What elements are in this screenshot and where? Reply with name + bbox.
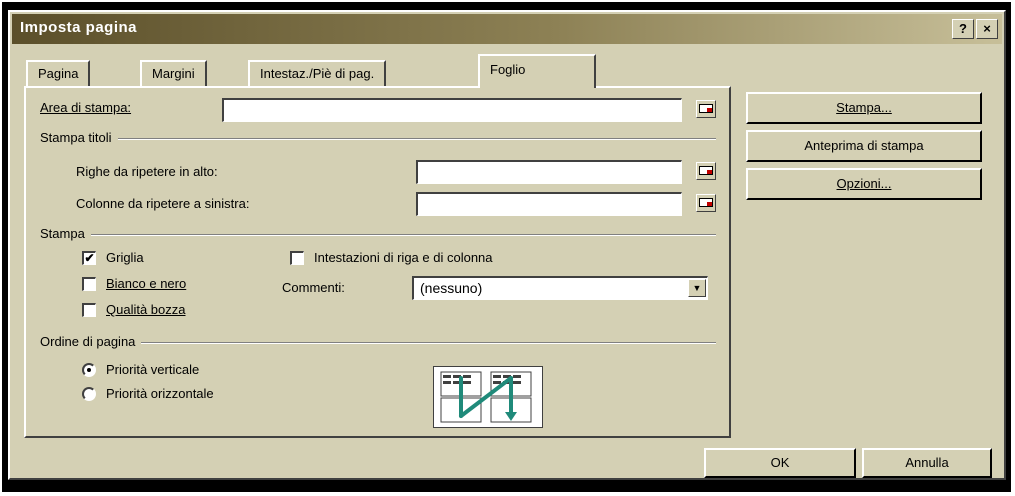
ok-button[interactable]: OK: [704, 448, 856, 478]
print-button[interactable]: Stampa...: [746, 92, 982, 124]
help-button[interactable]: ?: [952, 19, 974, 39]
comments-select[interactable]: (nessuno) ▼: [412, 276, 708, 300]
print-area-collapse-button[interactable]: [696, 100, 716, 118]
down-then-over-label: Priorità verticale: [106, 362, 200, 377]
page-setup-dialog: Imposta pagina ? × Pagina Margini Intest…: [8, 10, 1006, 480]
ok-button-label: OK: [770, 455, 790, 470]
comments-value: (nessuno): [420, 280, 483, 296]
bw-checkbox[interactable]: [82, 277, 96, 291]
print-area-label: Area di stampa:: [40, 100, 132, 115]
comments-label: Commenti:: [282, 280, 345, 295]
tab-foglio[interactable]: Foglio: [478, 54, 596, 88]
rows-repeat-input[interactable]: [416, 160, 682, 184]
print-group-divider: [40, 234, 716, 236]
print-area-input[interactable]: [222, 98, 682, 122]
close-button[interactable]: ×: [976, 19, 998, 39]
collapse-dialog-icon: [699, 166, 713, 175]
collapse-dialog-icon: [699, 198, 713, 207]
headings-checkbox[interactable]: [290, 251, 304, 265]
print-group-label: Stampa: [40, 226, 91, 241]
collapse-dialog-icon: [699, 104, 713, 113]
print-preview-button[interactable]: Anteprima di stampa: [746, 130, 982, 162]
cols-repeat-label: Colonne da ripetere a sinistra:: [76, 196, 250, 211]
down-then-over-radio[interactable]: [82, 363, 96, 377]
tab-intestazioni[interactable]: Intestaz./Piè di pag.: [248, 60, 387, 86]
print-titles-group-label: Stampa titoli: [40, 130, 118, 145]
sheet-tab-panel: Area di stampa: Stampa titoli Righe da r…: [24, 86, 731, 438]
tab-margini[interactable]: Margini: [140, 60, 207, 86]
print-preview-button-label: Anteprima di stampa: [804, 138, 924, 153]
rows-repeat-collapse-button[interactable]: [696, 162, 716, 180]
draft-quality-label: Qualità bozza: [106, 302, 186, 317]
cols-repeat-collapse-button[interactable]: [696, 194, 716, 212]
gridlines-label: Griglia: [106, 250, 144, 265]
dialog-title: Imposta pagina: [20, 19, 138, 36]
over-then-down-radio[interactable]: [82, 387, 96, 401]
gridlines-checkbox[interactable]: ✔: [82, 251, 96, 265]
cancel-button-label: Annulla: [905, 455, 949, 470]
rows-repeat-label: Righe da ripetere in alto:: [76, 164, 218, 179]
chevron-down-icon[interactable]: ▼: [688, 279, 706, 297]
print-titles-divider: [40, 138, 716, 140]
page-order-group-label: Ordine di pagina: [40, 334, 142, 349]
cols-repeat-input[interactable]: [416, 192, 682, 216]
cancel-button[interactable]: Annulla: [862, 448, 992, 478]
print-button-label: Stampa...: [836, 100, 892, 115]
draft-quality-checkbox[interactable]: [82, 303, 96, 317]
over-then-down-label: Priorità orizzontale: [106, 386, 214, 401]
headings-label: Intestazioni di riga e di colonna: [314, 250, 493, 265]
title-bar: Imposta pagina ? ×: [12, 14, 1002, 44]
bw-label: Bianco e nero: [106, 276, 187, 291]
page-order-preview-icon: [433, 366, 543, 428]
tab-pagina[interactable]: Pagina: [26, 60, 91, 86]
options-button[interactable]: Opzioni...: [746, 168, 982, 200]
options-button-label: Opzioni...: [836, 176, 892, 191]
